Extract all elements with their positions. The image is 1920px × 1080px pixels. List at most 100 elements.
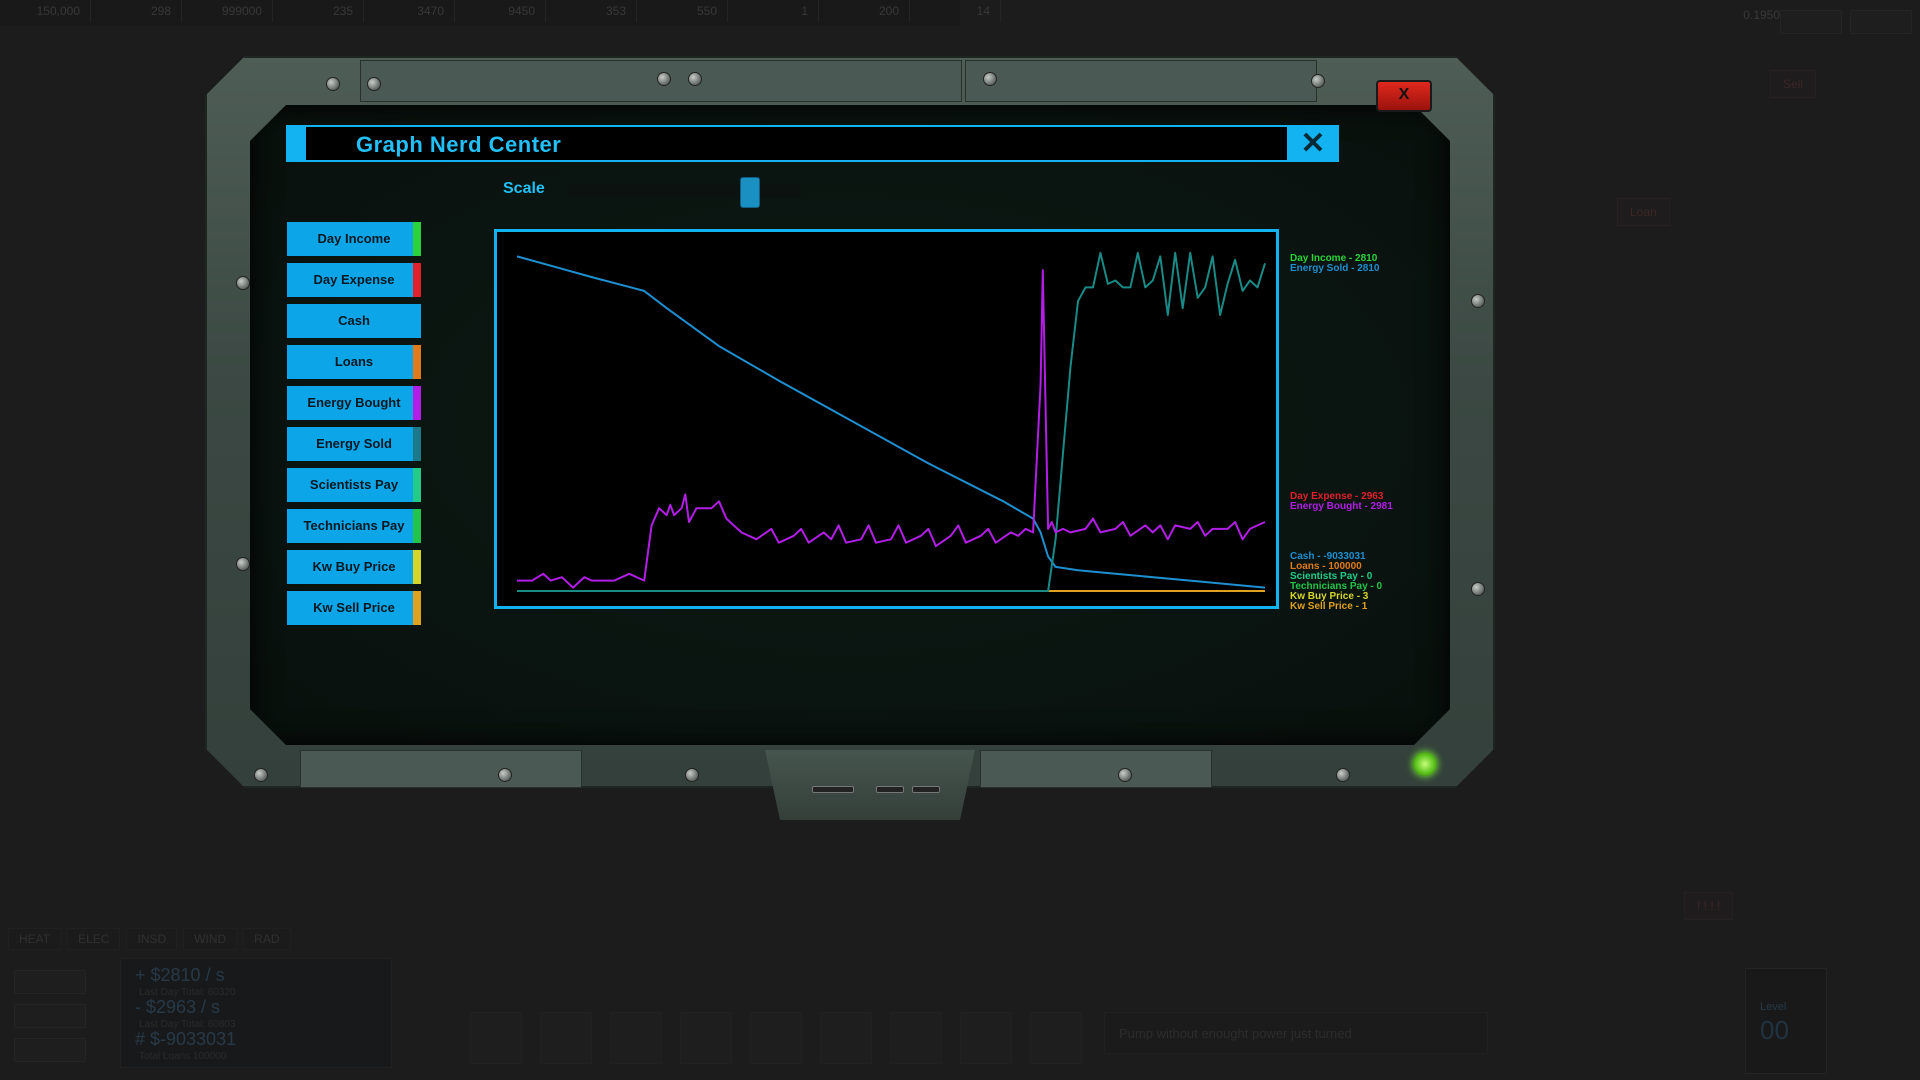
level-value: 00 <box>1760 1015 1789 1045</box>
top-right-value: 0.1950 <box>1743 8 1780 22</box>
series-color-swatch <box>413 304 421 338</box>
message-bar: Pump without enought power just turned <box>1104 1012 1488 1054</box>
bottom-tabs: HEAT ELEC INSD WIND RAD <box>8 928 291 950</box>
series-button-label: Kw Buy Price <box>312 559 396 574</box>
series-button-day-income[interactable]: Day Income <box>287 222 421 256</box>
top-stat: 353 <box>546 0 637 22</box>
tool-slot[interactable] <box>960 1012 1012 1064</box>
top-stat: 200 <box>819 0 910 22</box>
series-button-technicians-pay[interactable]: Technicians Pay <box>287 509 421 543</box>
rivet <box>498 768 512 782</box>
loans-sub: Total Loans 100000 <box>139 1051 227 1062</box>
money-panel: + $2810 / s Last Day Total: 60320 - $296… <box>120 958 392 1068</box>
tab-elec[interactable]: ELEC <box>67 928 121 950</box>
tool-slot[interactable] <box>680 1012 732 1064</box>
series-color-swatch <box>413 468 421 502</box>
top-stat: 235 <box>273 0 364 22</box>
line-chart <box>516 251 1266 592</box>
tool-slot[interactable] <box>1030 1012 1082 1064</box>
tool-slot[interactable] <box>540 1012 592 1064</box>
tab-insd[interactable]: INSD <box>126 928 178 950</box>
top-stat: 150,000 <box>0 0 91 22</box>
rivet <box>657 72 671 86</box>
frame-bottom-tab <box>765 750 975 820</box>
series-button-label: Energy Bought <box>307 395 401 410</box>
series-color-swatch <box>413 345 421 379</box>
rivet <box>1471 294 1485 308</box>
tool-slot[interactable] <box>610 1012 662 1064</box>
rivet <box>236 276 250 290</box>
series-button-day-expense[interactable]: Day Expense <box>287 263 421 297</box>
series-button-label: Loans <box>334 354 374 369</box>
frame-plate <box>965 60 1317 102</box>
legend-entry: Energy Sold - 2810 <box>1290 263 1380 274</box>
series-color-swatch <box>413 591 421 625</box>
title-bar: Graph Nerd Center <box>286 125 1290 162</box>
rivet <box>367 77 381 91</box>
legend-entry: Energy Bought - 2981 <box>1290 501 1393 512</box>
tab-heat[interactable]: HEAT <box>8 928 62 950</box>
series-button-cash[interactable]: Cash <box>287 304 421 338</box>
series-button-label: Day Expense <box>313 272 395 287</box>
series-button-label: Technicians Pay <box>303 518 405 533</box>
scale-label: Scale <box>503 180 545 197</box>
title-accent <box>288 127 306 160</box>
close-button[interactable]: ✕ <box>1287 125 1339 162</box>
series-button-label: Kw Sell Price <box>313 600 395 615</box>
top-right-button[interactable] <box>1850 10 1912 34</box>
rivet <box>326 77 340 91</box>
cash-value: # $-9033031 <box>135 1029 237 1049</box>
series-line-energy-bought <box>517 269 1266 589</box>
series-color-swatch <box>413 263 421 297</box>
top-right-button[interactable] <box>1780 10 1842 34</box>
status-light-icon <box>1413 752 1437 776</box>
tab-wind[interactable]: WIND <box>183 928 238 950</box>
expense-value: - $2963 / s <box>135 997 221 1017</box>
series-button-label: Cash <box>338 313 370 328</box>
series-button-kw-buy-price[interactable]: Kw Buy Price <box>287 550 421 584</box>
series-button-loans[interactable]: Loans <box>287 345 421 379</box>
frame-plate <box>980 750 1212 788</box>
graph-panel <box>494 229 1279 609</box>
tab-rad[interactable]: RAD <box>243 928 291 950</box>
rivet <box>1471 582 1485 596</box>
series-button-energy-bought[interactable]: Energy Bought <box>287 386 421 420</box>
series-button-energy-sold[interactable]: Energy Sold <box>287 427 421 461</box>
series-color-swatch <box>413 550 421 584</box>
income-value: + $2810 / s <box>135 965 225 985</box>
top-stat: 550 <box>637 0 728 22</box>
series-button-label: Scientists Pay <box>309 477 399 492</box>
series-color-swatch <box>413 222 421 256</box>
series-color-swatch <box>413 427 421 461</box>
alert-chip[interactable]: ! ! ! ! <box>1684 892 1734 920</box>
level-label: Level <box>1760 1001 1787 1013</box>
tool-slot[interactable] <box>470 1012 522 1064</box>
sell-chip[interactable]: Sell <box>1770 70 1817 98</box>
scale-slider-thumb[interactable] <box>739 177 760 208</box>
tool-slot[interactable] <box>820 1012 872 1064</box>
loan-chip[interactable]: Loan <box>1617 198 1670 226</box>
scale-slider-track[interactable] <box>568 184 800 198</box>
window-title: Graph Nerd Center <box>356 132 562 157</box>
left-button[interactable] <box>14 1004 86 1028</box>
top-resource-bar: 150,000 298 999000 235 3470 9450 353 550… <box>0 0 1001 26</box>
rivet <box>685 768 699 782</box>
frame-slot <box>876 786 904 793</box>
tool-slot[interactable] <box>890 1012 942 1064</box>
top-stat: 999000 <box>182 0 273 22</box>
series-button-label: Day Income <box>317 231 391 246</box>
top-stat: 3470 <box>364 0 455 22</box>
series-button-label: Energy Sold <box>316 436 392 451</box>
rivet <box>983 72 997 86</box>
left-button[interactable] <box>14 1038 86 1062</box>
rivet <box>1336 768 1350 782</box>
rivet <box>1311 74 1325 88</box>
left-button[interactable] <box>14 970 86 994</box>
rivet <box>236 557 250 571</box>
series-button-kw-sell-price[interactable]: Kw Sell Price <box>287 591 421 625</box>
top-stat: 9450 <box>455 0 546 22</box>
frame-close-button[interactable]: X <box>1376 80 1432 112</box>
tool-slot[interactable] <box>750 1012 802 1064</box>
series-button-scientists-pay[interactable]: Scientists Pay <box>287 468 421 502</box>
close-icon: ✕ <box>1300 127 1326 160</box>
